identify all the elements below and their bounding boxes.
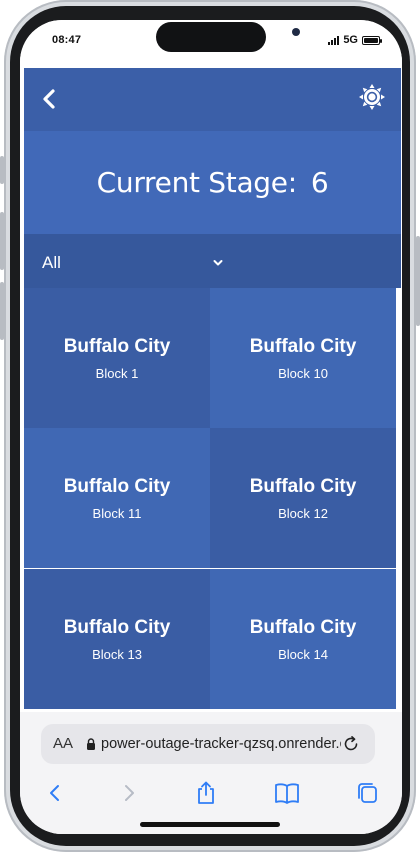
- stage-value: 6: [310, 166, 329, 199]
- reload-icon[interactable]: [341, 734, 361, 754]
- area-filter-select[interactable]: All: [42, 251, 224, 275]
- status-bar: 08:47 5G: [20, 20, 402, 68]
- block-number: Block 1: [95, 365, 139, 381]
- current-stage-banner: Current Stage: 6: [24, 131, 401, 234]
- block-city: Buffalo City: [249, 616, 357, 638]
- bookmarks-button[interactable]: [272, 778, 302, 808]
- block-card[interactable]: Buffalo City Block 14: [210, 569, 396, 709]
- battery-icon: [362, 35, 382, 45]
- url-text: power-outage-tracker-qzsq.onrender.com: [101, 736, 341, 752]
- home-indicator: [140, 822, 280, 827]
- block-city: Buffalo City: [249, 475, 357, 497]
- lock-icon: [87, 738, 95, 750]
- block-city: Buffalo City: [63, 475, 171, 497]
- sun-icon: [359, 84, 385, 110]
- side-button-volume-down: [0, 282, 4, 340]
- browser-back-button[interactable]: [40, 778, 70, 808]
- browser-toolbar: AA power-outage-tracker-qzsq.onrender.co…: [20, 712, 402, 834]
- block-number: Block 10: [278, 365, 328, 381]
- block-city: Buffalo City: [63, 616, 171, 638]
- area-filter-value: All: [42, 253, 61, 272]
- block-number: Block 13: [92, 646, 142, 662]
- side-button-mute: [0, 156, 4, 184]
- back-button[interactable]: [34, 84, 64, 114]
- block-number: Block 12: [278, 505, 328, 521]
- block-card[interactable]: Buffalo City Block 1: [24, 288, 210, 428]
- signal-icon: [328, 35, 340, 45]
- text-size-button[interactable]: AA: [53, 735, 73, 752]
- screen: 08:47 5G Current Stage: 6 All Buffalo Ci…: [20, 20, 402, 834]
- block-card[interactable]: Buffalo City Block 11: [24, 428, 210, 568]
- side-button-power: [416, 236, 420, 326]
- app-header: [24, 68, 401, 131]
- block-city: Buffalo City: [249, 335, 357, 357]
- side-button-volume-up: [0, 212, 4, 270]
- camera-icon: [292, 28, 300, 36]
- share-button[interactable]: [191, 778, 221, 808]
- block-number: Block 14: [278, 646, 328, 662]
- address-bar[interactable]: AA power-outage-tracker-qzsq.onrender.co…: [41, 724, 375, 764]
- chevron-left-icon: [43, 89, 55, 109]
- block-grid: Buffalo City Block 1 Buffalo City Block …: [24, 288, 398, 712]
- tabs-button[interactable]: [352, 778, 382, 808]
- share-icon: [198, 781, 214, 804]
- filter-bar: All: [24, 234, 401, 288]
- browser-nav: [20, 778, 402, 808]
- chevron-left-icon: [50, 785, 59, 801]
- dynamic-island: [156, 22, 300, 52]
- scroll-gutter: [398, 288, 402, 718]
- block-number: Block 11: [92, 505, 142, 521]
- block-card[interactable]: Buffalo City Block 10: [210, 288, 396, 428]
- tabs-icon: [358, 783, 377, 803]
- block-card[interactable]: Buffalo City Block 13: [24, 569, 210, 709]
- book-icon: [275, 783, 299, 804]
- theme-toggle-button[interactable]: [359, 84, 385, 110]
- browser-forward-button[interactable]: [114, 778, 144, 808]
- status-time: 08:47: [52, 34, 82, 46]
- network-type: 5G: [343, 34, 358, 46]
- chevron-right-icon: [125, 785, 134, 801]
- status-indicators: 5G: [328, 34, 382, 46]
- stage-label: Current Stage:: [96, 166, 298, 199]
- chevron-down-icon: [213, 260, 223, 266]
- block-city: Buffalo City: [63, 335, 171, 357]
- block-card[interactable]: Buffalo City Block 12: [210, 428, 396, 568]
